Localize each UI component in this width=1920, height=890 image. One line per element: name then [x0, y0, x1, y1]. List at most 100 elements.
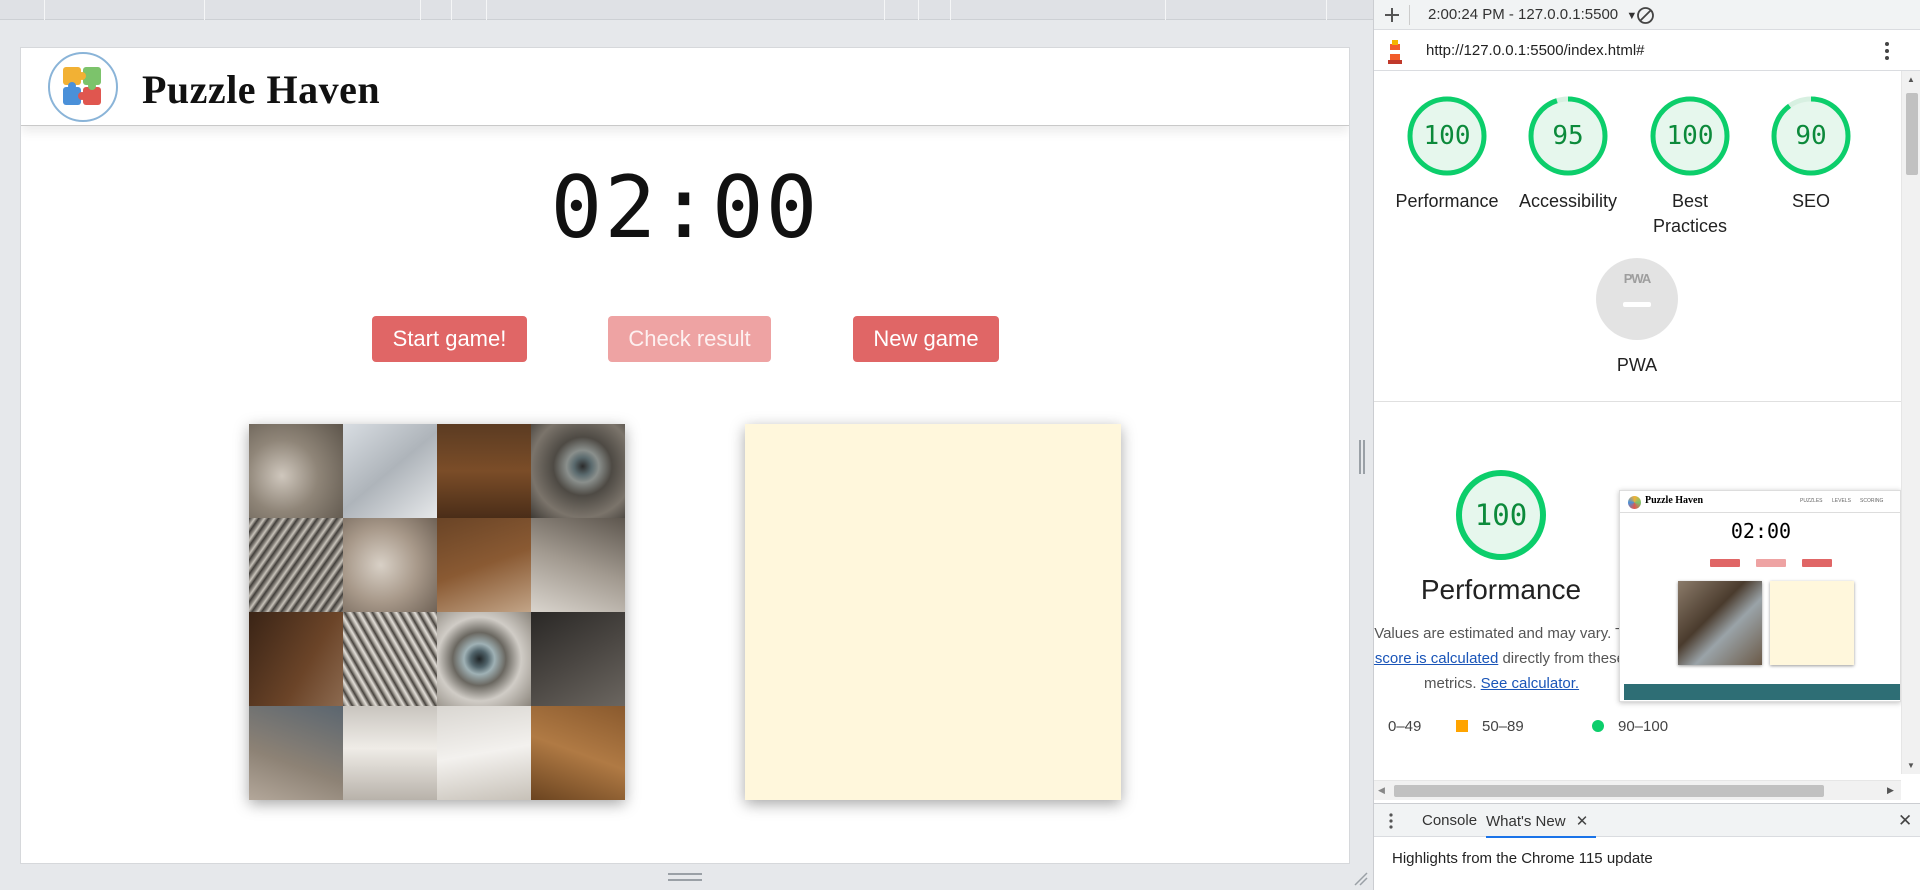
performance-detail-title: Performance [1420, 574, 1582, 605]
preview-brand: Puzzle Haven [1645, 495, 1704, 506]
puzzle-tile[interactable] [437, 424, 531, 518]
see-calculator-link[interactable]: See calculator. [1481, 675, 1579, 691]
height-resize-handle[interactable] [668, 873, 702, 881]
panel-split-handle[interactable] [1359, 440, 1365, 474]
scroll-up-icon[interactable]: ▲ [1907, 75, 1915, 84]
preview-timer: 02:00 [1730, 519, 1792, 543]
puzzle-tile[interactable] [249, 706, 343, 800]
web-page: Puzzle Haven 02:00 Start game! Check res… [20, 47, 1350, 864]
puzzle-tile[interactable] [437, 518, 531, 612]
average-marker-icon [1456, 720, 1468, 732]
puzzle-tile[interactable] [531, 612, 625, 706]
performance-detail-score: 100 [1474, 498, 1528, 532]
puzzle-tile[interactable] [437, 706, 531, 800]
puzzle-tile[interactable] [437, 612, 531, 706]
preview-header: Puzzle Haven PUZZLES LEVELS SCORING [1620, 491, 1900, 513]
pwa-badge-text: PWA [1623, 271, 1652, 286]
note-line-3: metrics. See calculator. [1424, 671, 1579, 691]
score-legend: 0–49 50–89 90–100 [1374, 716, 1901, 740]
score-value: 100 [1423, 121, 1471, 151]
puzzle-tile[interactable] [249, 424, 343, 518]
close-tab-icon[interactable]: ✕ [1576, 813, 1589, 830]
score-value: 90 [1795, 121, 1827, 151]
report-url[interactable]: http://127.0.0.1:5500/index.html# [1426, 42, 1645, 59]
score-label: Best Practices [1652, 191, 1728, 236]
puzzle-tile[interactable] [531, 424, 625, 518]
horizontal-scrollbar[interactable]: ◀ ▶ [1374, 780, 1901, 800]
puzzle-tile[interactable] [531, 518, 625, 612]
scroll-right-icon[interactable]: ▶ [1887, 785, 1894, 796]
legend-range: 90–100 [1618, 718, 1669, 735]
score-gauge-seo[interactable]: 90 [1770, 95, 1852, 177]
block-icon[interactable] [1636, 6, 1655, 25]
score-gauge-best-practices[interactable]: 100 [1649, 95, 1731, 177]
plus-icon[interactable] [1383, 6, 1401, 24]
puzzle-tile[interactable] [249, 518, 343, 612]
vertical-scrollbar[interactable]: ▲ ▼ [1901, 71, 1920, 774]
puzzle-logo[interactable] [47, 51, 119, 123]
report-selector[interactable]: 2:00:24 PM - 127.0.0.1:5500 ▼ [1428, 6, 1637, 23]
pwa-label: PWA [1616, 355, 1658, 375]
horizontal-scroll-thumb[interactable] [1394, 785, 1824, 797]
site-brand[interactable]: Puzzle Haven [142, 66, 380, 113]
tab-whats-new[interactable]: What's New ✕ [1486, 804, 1596, 838]
page-screenshot-preview[interactable]: Puzzle Haven PUZZLES LEVELS SCORING 02:0… [1619, 490, 1901, 702]
resize-corner-icon[interactable] [1352, 870, 1368, 886]
score-label: Performance [1395, 191, 1499, 211]
score-value: 100 [1666, 121, 1714, 151]
preview-footer [1624, 684, 1900, 700]
performance-detail-gauge: 100 [1454, 468, 1548, 562]
scroll-down-icon[interactable]: ▼ [1907, 761, 1915, 770]
puzzle-tile[interactable] [343, 706, 437, 800]
site-header: Puzzle Haven [21, 48, 1349, 126]
preview-button [1802, 559, 1832, 567]
puzzle-tile[interactable] [343, 424, 437, 518]
puzzle-drop-board[interactable] [745, 424, 1121, 800]
puzzle-tile[interactable] [531, 706, 625, 800]
legend-range: 0–49 [1388, 718, 1422, 735]
score-label: Accessibility [1518, 191, 1618, 211]
report-url-bar: http://127.0.0.1:5500/index.html# [1374, 30, 1920, 71]
score-value: 95 [1552, 121, 1584, 151]
drawer-menu-icon[interactable] [1388, 813, 1394, 829]
vertical-scroll-thumb[interactable] [1906, 93, 1918, 175]
preview-target-board [1770, 581, 1854, 665]
drawer-tabbar: Console What's New ✕ ✕ [1374, 803, 1920, 838]
pwa-gauge[interactable]: PWA [1596, 258, 1678, 340]
puzzle-tile[interactable] [249, 612, 343, 706]
preview-puzzle-board [1678, 581, 1762, 665]
note-line-1: Values are estimated and may vary. The [1374, 625, 1619, 642]
close-drawer-icon[interactable]: ✕ [1898, 811, 1912, 831]
score-label: SEO [1791, 191, 1830, 211]
device-ruler [0, 0, 1373, 20]
devtools-panel: 2:00:24 PM - 127.0.0.1:5500 ▼ http://127… [1373, 0, 1920, 890]
scroll-left-icon[interactable]: ◀ [1378, 785, 1385, 796]
drawer-content: Highlights from the Chrome 115 update [1374, 838, 1920, 890]
preview-nav-levels: LEVELS [1832, 498, 1851, 504]
game-timer: 02:00 [550, 158, 820, 258]
score-gauge-accessibility[interactable]: 95 [1527, 95, 1609, 177]
legend-range: 50–89 [1482, 718, 1524, 735]
check-result-button[interactable]: Check result [608, 316, 771, 362]
score-calc-link[interactable]: performance score is calculated [1374, 650, 1498, 667]
puzzle-tile[interactable] [343, 518, 437, 612]
note-line-3-text: metrics. [1424, 675, 1477, 691]
more-vert-icon[interactable] [1884, 40, 1890, 62]
start-game-button[interactable]: Start game! [372, 316, 527, 362]
preview-button [1756, 559, 1786, 567]
puzzle-tile[interactable] [343, 612, 437, 706]
new-game-button[interactable]: New game [853, 316, 999, 362]
preview-button [1710, 559, 1740, 567]
note-line-2: performance score is calculated directly… [1374, 646, 1619, 671]
tab-console[interactable]: Console [1422, 812, 1477, 829]
section-divider [1374, 401, 1901, 402]
performance-note: Values are estimated and may vary. The p… [1374, 621, 1619, 691]
puzzle-pieces-board [249, 424, 625, 800]
note-line-2-text: directly from these [1502, 650, 1619, 667]
preview-nav-puzzles: PUZZLES [1800, 498, 1823, 504]
legend-item: 90–100 [1592, 718, 1668, 735]
report-selector-label: 2:00:24 PM - 127.0.0.1:5500 [1428, 6, 1619, 23]
pass-marker-icon [1592, 720, 1604, 732]
preview-logo [1628, 496, 1641, 509]
score-gauge-performance[interactable]: 100 [1406, 95, 1488, 177]
